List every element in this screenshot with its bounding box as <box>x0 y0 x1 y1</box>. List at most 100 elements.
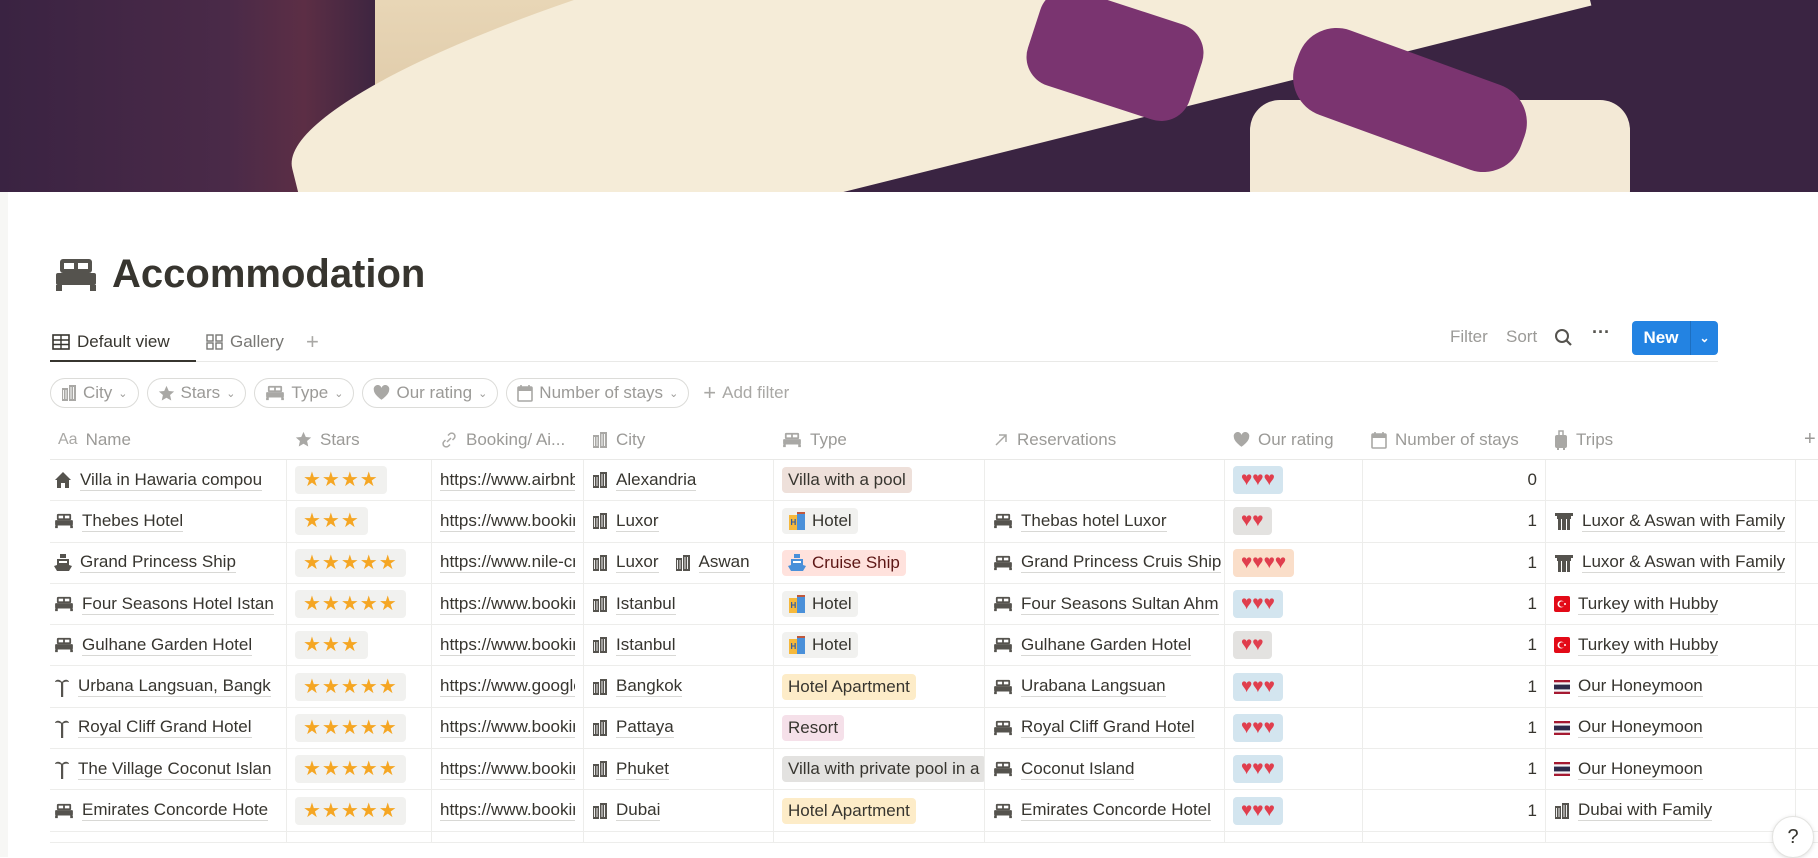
city-cell[interactable]: Dubai <box>584 790 774 831</box>
stars-cell[interactable]: ★★★ <box>287 501 432 542</box>
trip-link[interactable]: Turkey with Hubby <box>1578 635 1719 656</box>
city-cell[interactable]: Istanbul <box>584 625 774 666</box>
reservations-cell[interactable]: Urabana Langsuan <box>985 666 1225 707</box>
stays-cell[interactable]: 0 <box>1363 460 1546 501</box>
reservations-cell[interactable]: Grand Princess Cruis Ship <box>985 542 1225 583</box>
city-cell[interactable]: Alexandria <box>584 460 774 501</box>
more-icon[interactable]: ··· <box>1592 322 1610 343</box>
city-cell[interactable]: Phuket <box>584 749 774 790</box>
help-button[interactable]: ? <box>1772 816 1814 858</box>
stars-cell[interactable]: ★★★★★ <box>287 749 432 790</box>
name-cell[interactable]: Emirates Concorde Hote <box>50 790 287 831</box>
city-link[interactable]: Phuket <box>592 759 669 780</box>
name-cell[interactable]: Grand Princess Ship <box>50 542 287 583</box>
filter-chip-number-of-stays[interactable]: Number of stays ⌄ <box>506 378 690 408</box>
type-cell[interactable]: Resort <box>774 707 985 749</box>
trips-cell[interactable] <box>1546 460 1796 501</box>
reservations-cell[interactable]: Emirates Concorde Hotel <box>985 790 1225 831</box>
our-rating-cell[interactable]: ♥♥♥ <box>1225 583 1363 625</box>
booking-link[interactable]: https://www.nile-cruise <box>440 552 575 574</box>
booking-link[interactable]: https://www.booking <box>440 511 575 532</box>
city-link[interactable]: Dubai <box>592 800 661 822</box>
trip-link[interactable]: Luxor & Aswan with Family <box>1582 511 1786 532</box>
reservations-cell[interactable]: Royal Cliff Grand Hotel <box>985 707 1225 749</box>
add-view-button[interactable]: + <box>306 328 319 356</box>
trips-cell[interactable]: Dubai with Family <box>1546 790 1796 831</box>
reservations-cell[interactable]: Thebas hotel Luxor <box>985 501 1225 542</box>
name-cell[interactable]: Villa in Hawaria compou <box>50 460 287 501</box>
booking-cell[interactable]: https://www.booking <box>432 501 584 542</box>
trip-link[interactable]: Dubai with Family <box>1578 800 1713 822</box>
tab-default-view[interactable]: Default view <box>52 328 170 356</box>
filter-chip-type[interactable]: Type ⌄ <box>254 378 355 408</box>
booking-cell[interactable]: https://www.nile-cruise <box>432 542 584 583</box>
booking-link[interactable]: https://www.google <box>440 676 575 698</box>
booking-cell[interactable]: https://www.booking <box>432 749 584 790</box>
city-cell[interactable]: Luxor Aswan <box>584 542 774 583</box>
our-rating-cell[interactable]: ♥♥♥ <box>1225 666 1363 707</box>
table-row[interactable]: Four Seasons Hotel Istan ★★★★★ https://w… <box>50 583 1818 626</box>
trip-link[interactable]: Turkey with Hubby <box>1578 594 1719 615</box>
type-cell[interactable]: Villa with private pool in a <box>774 749 985 790</box>
booking-link[interactable]: https://www.booking <box>440 594 575 615</box>
stars-cell[interactable]: ★★★★★ <box>287 583 432 625</box>
booking-cell[interactable]: https://www.booking <box>432 790 584 831</box>
stars-cell[interactable]: ★★★★★ <box>287 707 432 749</box>
table-row[interactable]: Royal Cliff Grand Hotel ★★★★★ https://ww… <box>50 707 1818 750</box>
trip-link[interactable]: Luxor & Aswan with Family <box>1582 552 1786 574</box>
booking-cell[interactable]: https://www.booking <box>432 707 584 749</box>
filter-chip-city[interactable]: City ⌄ <box>50 378 139 408</box>
city-link[interactable]: Istanbul <box>592 635 676 656</box>
booking-cell[interactable]: https://www.booking <box>432 625 584 666</box>
trips-cell[interactable]: Our Honeymoon <box>1546 666 1796 707</box>
stars-cell[interactable]: ★★★★★ <box>287 790 432 831</box>
table-row[interactable]: Urbana Langsuan, Bangk ★★★★★ https://www… <box>50 666 1818 708</box>
type-cell[interactable]: H Hotel <box>774 501 985 542</box>
add-filter-button[interactable]: + Add filter <box>703 380 789 406</box>
city-cell[interactable]: Luxor <box>584 501 774 542</box>
reservation-link[interactable]: Coconut Island <box>1021 759 1135 780</box>
trips-cell[interactable]: Our Honeymoon <box>1546 749 1796 790</box>
table-row[interactable]: Grand Princess Ship ★★★★★ https://www.ni… <box>50 542 1818 584</box>
stays-cell[interactable]: 1 <box>1363 749 1546 790</box>
city-link[interactable]: Luxor <box>592 552 659 574</box>
stays-cell[interactable]: 1 <box>1363 666 1546 707</box>
tab-gallery[interactable]: Gallery <box>206 328 284 356</box>
our-rating-cell[interactable]: ♥♥♥♥ <box>1225 542 1363 583</box>
stays-cell[interactable]: 1 <box>1363 625 1546 666</box>
our-rating-cell[interactable]: ♥♥♥ <box>1225 749 1363 790</box>
column-header-city[interactable]: City <box>584 420 774 459</box>
column-header-stars[interactable]: Stars <box>287 420 432 459</box>
filter-chip-our-rating[interactable]: Our rating ⌄ <box>362 378 499 408</box>
our-rating-cell[interactable]: ♥♥♥ <box>1225 460 1363 501</box>
type-cell[interactable]: H Hotel <box>774 625 985 666</box>
trip-link[interactable]: Our Honeymoon <box>1578 676 1703 698</box>
table-row[interactable]: Villa in Hawaria compou ★★★★ https://www… <box>50 460 1818 502</box>
our-rating-cell[interactable]: ♥♥♥ <box>1225 707 1363 749</box>
booking-cell[interactable]: https://www.google <box>432 666 584 707</box>
reservations-cell[interactable]: Four Seasons Sultan Ahm <box>985 583 1225 625</box>
name-cell[interactable]: Urbana Langsuan, Bangk <box>50 666 287 707</box>
trips-cell[interactable]: Our Honeymoon <box>1546 707 1796 749</box>
booking-cell[interactable]: https://www.booking <box>432 583 584 625</box>
trip-link[interactable]: Our Honeymoon <box>1578 759 1703 780</box>
trips-cell[interactable]: Turkey with Hubby <box>1546 625 1796 666</box>
city-link[interactable]: Istanbul <box>592 594 676 615</box>
booking-link[interactable]: https://www.booking <box>440 800 575 822</box>
city-link[interactable]: Pattaya <box>592 717 674 739</box>
city-cell[interactable]: Istanbul <box>584 583 774 625</box>
our-rating-cell[interactable]: ♥♥ <box>1225 625 1363 666</box>
column-header-type[interactable]: Type <box>774 420 985 459</box>
name-cell[interactable]: The Village Coconut Islan <box>50 749 287 790</box>
stars-cell[interactable]: ★★★ <box>287 625 432 666</box>
trips-cell[interactable]: Luxor & Aswan with Family <box>1546 501 1796 542</box>
column-header-our-rating[interactable]: Our rating <box>1225 420 1363 459</box>
city-link[interactable]: Aswan <box>675 552 750 574</box>
reservations-cell[interactable]: Coconut Island <box>985 749 1225 790</box>
filter-chip-stars[interactable]: Stars ⌄ <box>146 378 247 408</box>
our-rating-cell[interactable]: ♥♥ <box>1225 501 1363 542</box>
type-cell[interactable]: Hotel Apartment <box>774 790 985 831</box>
type-cell[interactable]: H Hotel <box>774 583 985 625</box>
column-header-trips[interactable]: Trips <box>1546 420 1796 459</box>
name-cell[interactable]: Four Seasons Hotel Istan <box>50 583 287 625</box>
